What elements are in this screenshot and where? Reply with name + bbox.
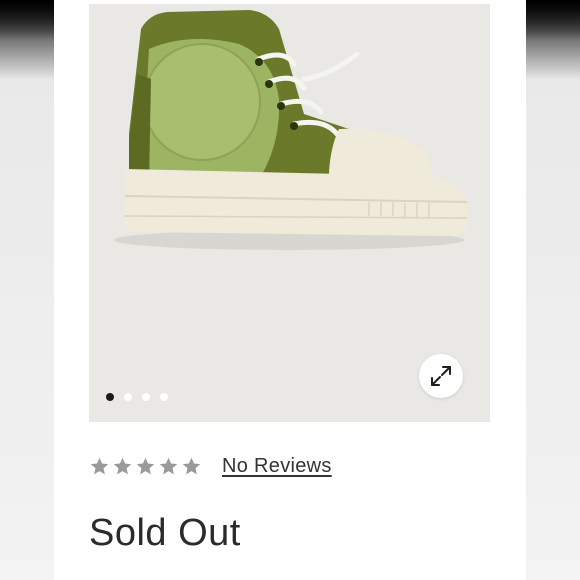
- expand-arrows-icon: [431, 366, 451, 386]
- star-empty-icon: [159, 457, 178, 475]
- sold-out-status: Sold Out: [89, 512, 241, 554]
- carousel-dots: [106, 393, 168, 401]
- product-image-gallery[interactable]: [89, 4, 490, 422]
- star-empty-icon: [136, 457, 155, 475]
- star-empty-icon: [182, 457, 201, 475]
- product-card: No Reviews Sold Out: [54, 0, 526, 580]
- carousel-dot-4[interactable]: [160, 393, 168, 401]
- blurred-background-right: [526, 0, 580, 580]
- carousel-dot-3[interactable]: [142, 393, 150, 401]
- blurred-background-left: [0, 0, 54, 580]
- rating-row: No Reviews: [89, 455, 332, 478]
- star-empty-icon: [113, 457, 132, 475]
- star-rating: [89, 456, 202, 477]
- carousel-dot-1[interactable]: [106, 393, 114, 401]
- carousel-dot-2[interactable]: [124, 393, 132, 401]
- no-reviews-link[interactable]: No Reviews: [222, 455, 332, 478]
- star-empty-icon: [90, 457, 109, 475]
- expand-image-button[interactable]: [419, 354, 463, 398]
